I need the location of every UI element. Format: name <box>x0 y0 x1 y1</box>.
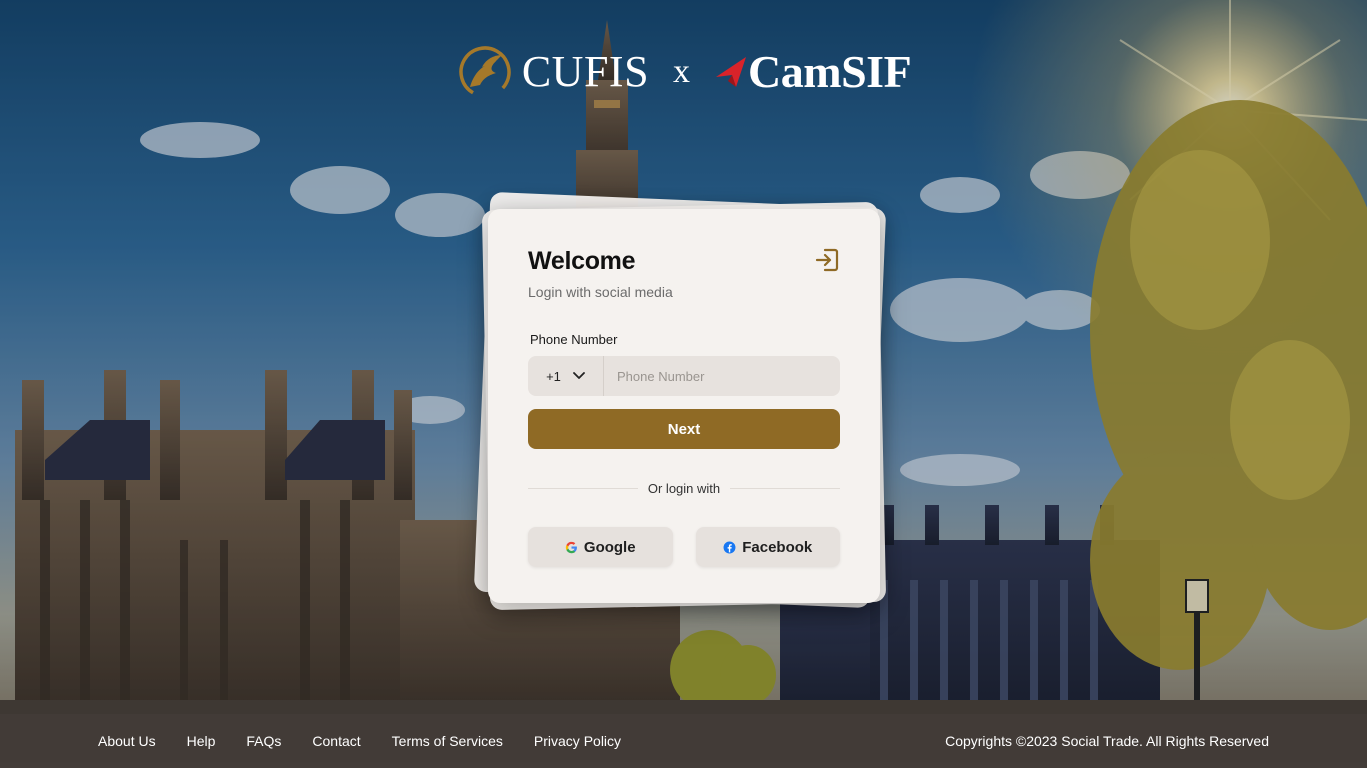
brand-header: CUFIS x CamSIF <box>0 42 1367 102</box>
brand-separator: x <box>673 53 691 90</box>
page-title: Welcome <box>528 247 636 275</box>
cufis-brand: CUFIS <box>456 43 649 101</box>
facebook-icon <box>723 541 736 553</box>
cufis-wordmark: CUFIS <box>521 47 650 96</box>
login-card: Welcome Login with social media Phone Nu… <box>488 209 880 603</box>
sign-in-icon[interactable] <box>814 247 840 273</box>
footer-nav: About Us Help FAQs Contact Terms of Serv… <box>98 733 621 749</box>
footer-link-terms[interactable]: Terms of Services <box>392 733 503 749</box>
google-label: Google <box>583 538 636 556</box>
facebook-login-button[interactable]: Facebook <box>695 527 840 567</box>
footer-link-about-us[interactable]: About Us <box>98 733 156 749</box>
camsif-wordmark: CamSIF <box>748 46 912 97</box>
card-header: Welcome Login with social media <box>528 247 840 300</box>
footer-link-privacy[interactable]: Privacy Policy <box>534 733 621 749</box>
camsif-red-swoosh-icon <box>716 57 747 87</box>
divider-text: Or login with <box>647 481 721 496</box>
page-subtitle: Login with social media <box>528 284 673 300</box>
phone-number-field: +1 <box>528 356 840 396</box>
social-login-row: Google Facebook <box>528 527 840 567</box>
next-button[interactable]: Next <box>528 409 840 449</box>
phone-number-label: Phone Number <box>530 332 618 347</box>
chevron-down-icon <box>573 372 585 379</box>
footer-link-help[interactable]: Help <box>187 733 216 749</box>
country-code-value: +1 <box>546 368 561 384</box>
divider-line-left <box>528 488 638 489</box>
copyright-text: Copyrights ©2023 Social Trade. All Right… <box>945 733 1269 749</box>
divider-line-right <box>730 488 840 489</box>
or-login-with-divider: Or login with <box>528 481 840 496</box>
footer-link-contact[interactable]: Contact <box>312 733 360 749</box>
google-icon <box>565 541 577 553</box>
google-login-button[interactable]: Google <box>528 527 673 567</box>
camsif-brand: CamSIF <box>714 46 912 97</box>
phone-number-input[interactable] <box>604 356 840 396</box>
footer-link-faqs[interactable]: FAQs <box>246 733 281 749</box>
country-code-select[interactable]: +1 <box>528 356 604 396</box>
footer: About Us Help FAQs Contact Terms of Serv… <box>0 714 1367 768</box>
facebook-label: Facebook <box>742 538 813 556</box>
cufis-horse-logo-icon <box>459 46 511 98</box>
